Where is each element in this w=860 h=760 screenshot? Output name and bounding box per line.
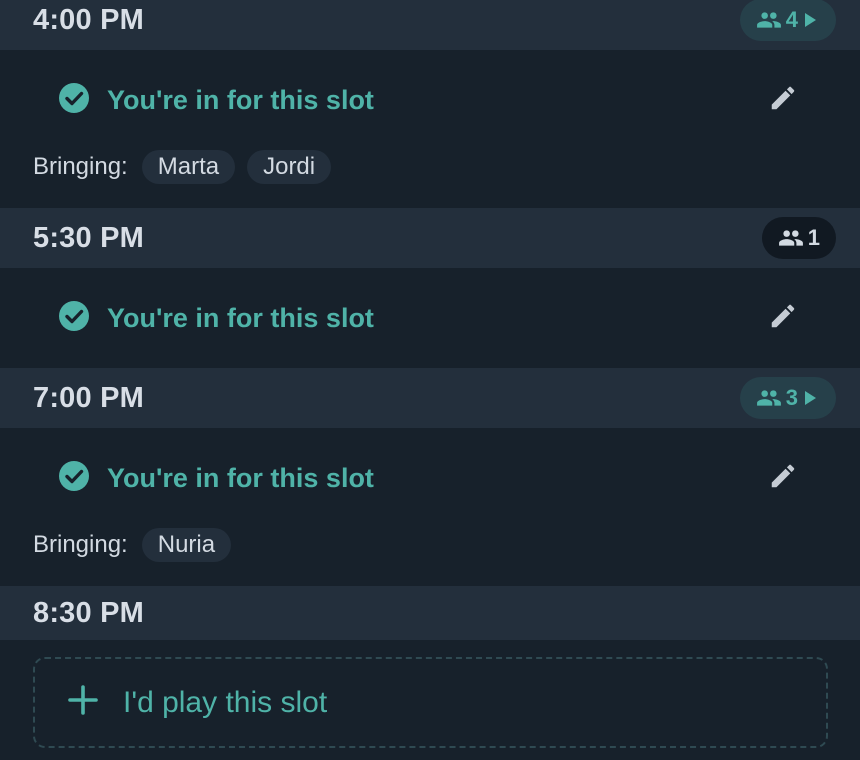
slot-time: 4:00 PM	[33, 3, 144, 36]
status-text: You're in for this slot	[107, 84, 374, 115]
pencil-icon	[768, 83, 798, 118]
guest-chip: Marta	[141, 150, 236, 184]
check-circle-icon	[57, 459, 91, 498]
check-circle-icon	[57, 299, 91, 338]
pencil-icon	[768, 301, 798, 336]
slot-header-4pm: 4:00 PM 4	[0, 0, 860, 50]
guest-chip: Nuria	[141, 528, 232, 562]
participant-count: 4	[785, 7, 798, 32]
group-icon	[756, 388, 782, 408]
join-slot-button[interactable]: I'd play this slot	[33, 657, 828, 748]
status-text: You're in for this slot	[107, 462, 374, 493]
slot-body-7pm: You're in for this slot Bringing: Nuria	[0, 428, 860, 586]
participant-count: 3	[785, 385, 798, 410]
slot-header-7pm: 7:00 PM 3	[0, 368, 860, 428]
guest-chip: Jordi	[247, 150, 332, 184]
pencil-icon	[768, 461, 798, 496]
edit-button[interactable]	[763, 298, 803, 338]
participant-count-button[interactable]: 3	[739, 377, 836, 419]
play-arrow-icon	[802, 11, 818, 29]
bringing-row: Bringing: Marta Jordi	[33, 149, 332, 185]
participant-count-button[interactable]: 4	[739, 0, 836, 41]
check-circle-icon	[57, 81, 91, 120]
slot-header-530pm: 5:30 PM 1	[0, 208, 860, 268]
slot-time: 5:30 PM	[33, 221, 144, 254]
edit-button[interactable]	[763, 80, 803, 120]
participant-count-badge: 1	[761, 217, 836, 259]
slot-time: 7:00 PM	[33, 381, 144, 414]
slot-time: 8:30 PM	[33, 596, 144, 629]
bringing-label: Bringing:	[33, 153, 128, 180]
slot-body-530pm: You're in for this slot	[0, 268, 860, 368]
group-icon	[778, 228, 804, 248]
slot-body-4pm: You're in for this slot Bringing: Marta …	[0, 50, 860, 208]
status-text: You're in for this slot	[107, 302, 374, 333]
join-slot-label: I'd play this slot	[123, 685, 328, 719]
plus-icon	[67, 684, 99, 721]
status-row: You're in for this slot	[57, 458, 803, 498]
participant-count: 1	[807, 225, 820, 250]
edit-button[interactable]	[763, 458, 803, 498]
play-arrow-icon	[802, 389, 818, 407]
bringing-row: Bringing: Nuria	[33, 527, 232, 563]
group-icon	[756, 10, 782, 30]
status-row: You're in for this slot	[57, 298, 803, 338]
status-row: You're in for this slot	[57, 80, 803, 120]
slot-header-830pm: 8:30 PM	[0, 586, 860, 640]
bringing-label: Bringing:	[33, 531, 128, 558]
